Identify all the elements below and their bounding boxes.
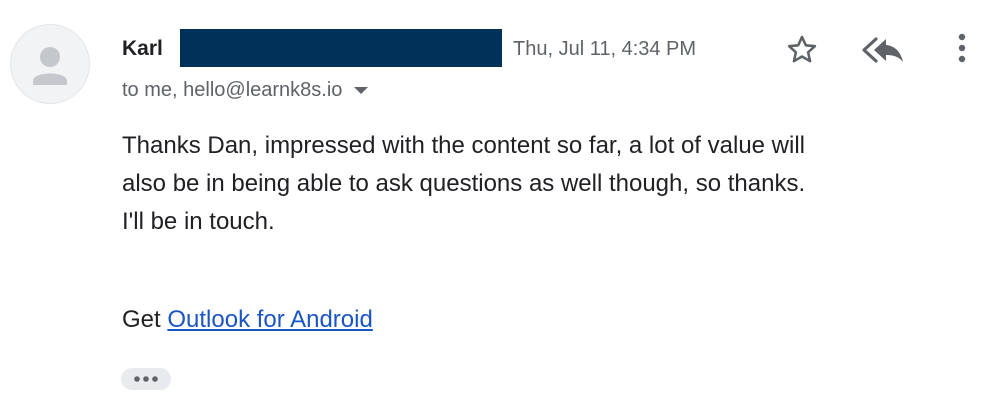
signature-prefix: Get: [122, 306, 168, 333]
message-body: Thanks Dan, impressed with the content s…: [122, 127, 982, 241]
recipients-line: to me, hello@learnk8s.io: [122, 78, 369, 102]
more-vertical-icon: [958, 33, 966, 63]
caret-down-icon[interactable]: [354, 86, 369, 94]
reply-all-icon: [862, 37, 903, 63]
recipients-text: to me, hello@learnk8s.io: [122, 79, 343, 101]
star-outline-icon: [787, 35, 817, 63]
star-button[interactable]: [782, 30, 822, 70]
ellipsis-icon: [134, 376, 158, 382]
outlook-for-android-link[interactable]: Outlook for Android: [167, 306, 372, 333]
show-trimmed-content-button[interactable]: [121, 368, 171, 390]
body-line: also be in being able to ask questions a…: [122, 170, 806, 197]
signature: Get Outlook for Android: [122, 301, 373, 339]
body-line: Thanks Dan, impressed with the content s…: [122, 132, 806, 159]
person-icon: [33, 47, 67, 85]
more-options-button[interactable]: [946, 26, 978, 70]
sender-name[interactable]: Karl: [122, 36, 163, 62]
message-date: Thu, Jul 11, 4:34 PM: [513, 38, 697, 60]
redacted-email-block: [180, 29, 502, 67]
avatar: [10, 24, 90, 104]
reply-all-button[interactable]: [858, 30, 908, 70]
body-line: I'll be in touch.: [122, 208, 275, 235]
